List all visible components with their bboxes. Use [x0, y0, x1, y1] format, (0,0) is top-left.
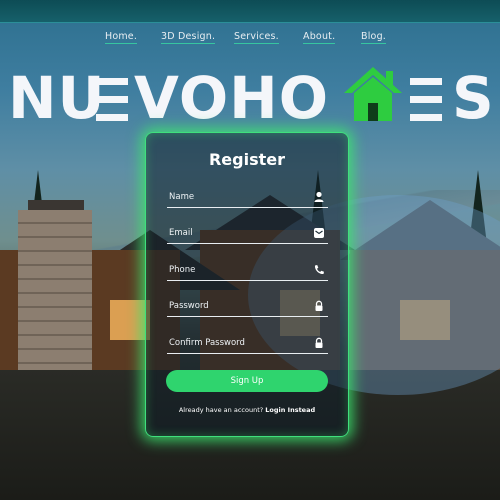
name-field — [167, 189, 328, 208]
logo-text-part: S — [452, 64, 495, 132]
user-icon — [314, 191, 324, 202]
logo-text-part: NU — [8, 64, 106, 132]
lock-icon — [315, 300, 323, 311]
nav-services[interactable]: Services. — [234, 31, 279, 44]
lit-window — [110, 300, 150, 340]
login-instead-link[interactable]: Login Instead — [265, 406, 315, 414]
confirm-password-field — [167, 335, 328, 354]
login-prompt: Already have an account? Login Instead — [146, 406, 348, 414]
email-icon — [314, 228, 324, 238]
password-field — [167, 298, 328, 317]
logo-text-part: VOHO — [134, 64, 330, 132]
main-nav: Home. 3D Design. Services. About. Blog. — [0, 31, 500, 47]
stone-chimney — [18, 210, 92, 390]
top-bar — [0, 0, 500, 23]
confirm-password-input[interactable] — [167, 335, 309, 351]
sign-up-button[interactable]: Sign Up — [166, 370, 328, 392]
lock-icon — [315, 337, 323, 348]
phone-icon — [314, 265, 324, 275]
stylized-e-icon — [410, 78, 442, 121]
login-prompt-text: Already have an account? — [178, 406, 264, 414]
email-input[interactable] — [167, 225, 309, 241]
register-title: Register — [208, 150, 286, 169]
stylized-e-icon — [96, 78, 128, 121]
password-input[interactable] — [167, 298, 309, 314]
name-input[interactable] — [167, 189, 309, 205]
site-logo[interactable]: NU VOHO S — [0, 60, 500, 140]
nav-home[interactable]: Home. — [105, 31, 138, 44]
phone-input[interactable] — [167, 262, 309, 278]
email-field — [167, 225, 328, 244]
phone-field — [167, 262, 328, 281]
register-card: Register Sign Up Already have — [145, 132, 349, 437]
nav-3d-design[interactable]: 3D Design. — [161, 31, 216, 44]
nav-blog[interactable]: Blog. — [361, 31, 387, 44]
nav-about[interactable]: About. — [303, 31, 336, 44]
house-icon — [344, 67, 402, 121]
